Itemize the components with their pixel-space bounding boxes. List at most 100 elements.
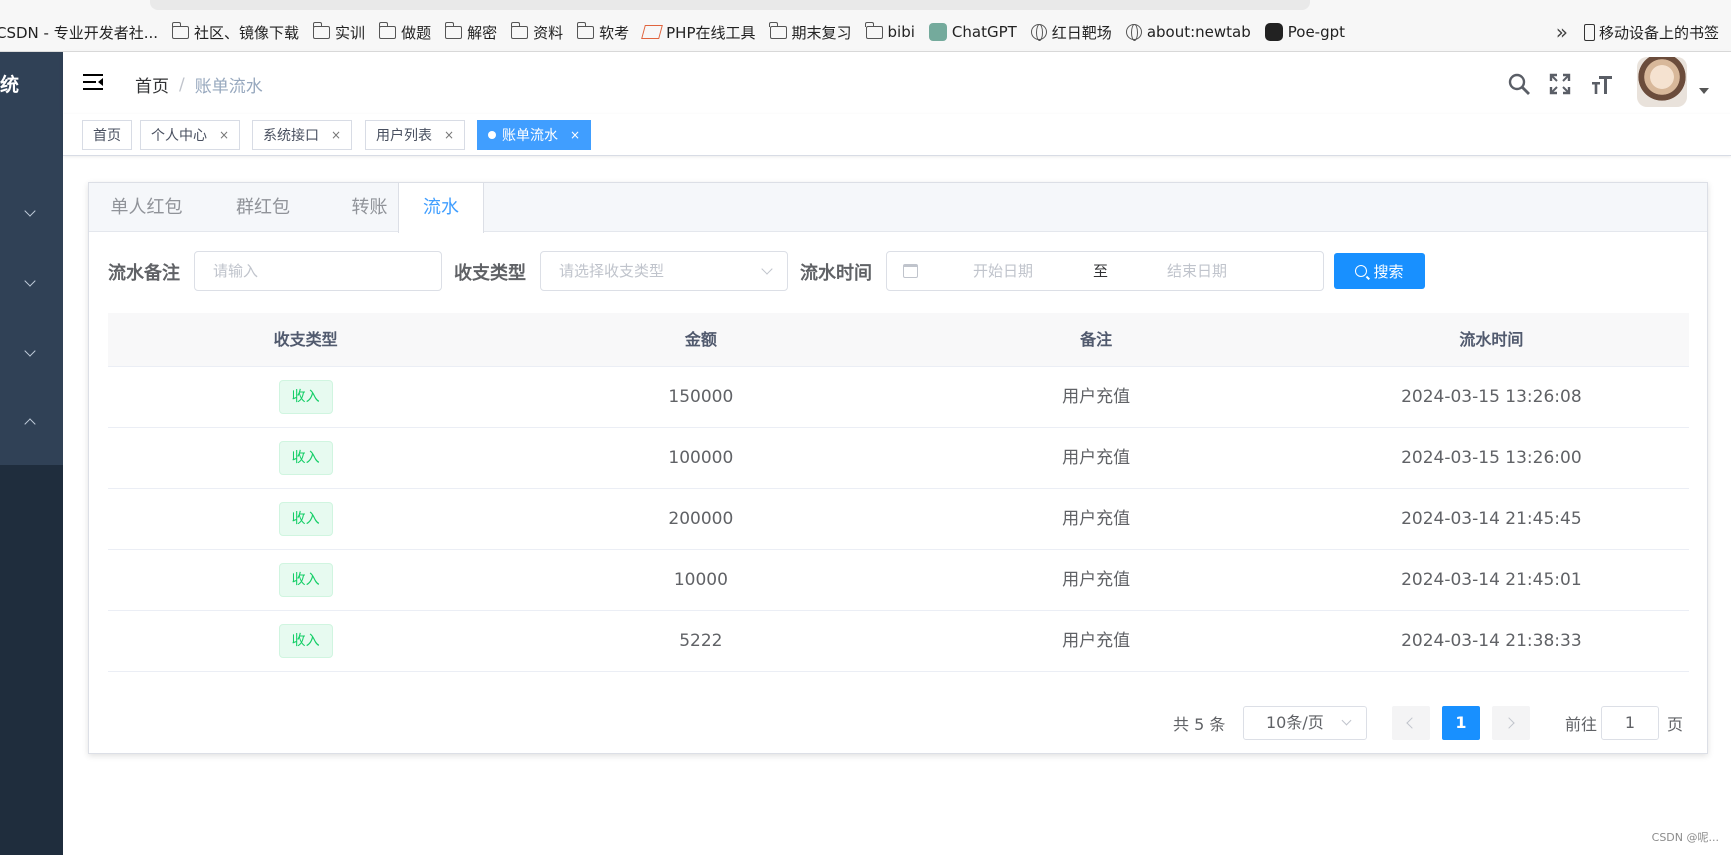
type-cell: 收入 (108, 428, 503, 488)
sidebar-menu-expand-icon[interactable] (24, 207, 36, 219)
end-date-input[interactable]: 结束日期 (1167, 252, 1227, 290)
tag-label: 系统接口 (263, 128, 319, 144)
amount-cell: 200000 (668, 509, 734, 529)
search-button-label: 搜索 (1373, 262, 1404, 281)
tag-user-list[interactable]: 用户列表 × (365, 120, 466, 150)
amount-cell: 5222 (679, 631, 723, 651)
table-row: 收入 10000 用户充值 2024-03-14 21:45:01 (108, 550, 1689, 611)
search-icon[interactable] (1507, 72, 1531, 96)
bookmark-item[interactable]: about:newtab (1125, 23, 1251, 41)
bookmark-label: ChatGPT (951, 23, 1017, 41)
tag-system-api[interactable]: 系统接口 × (252, 120, 353, 150)
tag-close-icon[interactable]: × (219, 128, 229, 142)
amount-cell: 100000 (668, 448, 734, 468)
bookmark-item[interactable]: PHP在线工具 (641, 22, 756, 43)
bookmark-item[interactable]: ChatGPT (928, 23, 1017, 41)
sidebar-menu-expand-icon[interactable] (24, 347, 36, 359)
tab-group-red-packet[interactable]: 群红包 (204, 183, 322, 232)
navbar: 首页 / 账单流水 (63, 52, 1731, 114)
bookmark-item[interactable]: 解密 (444, 21, 498, 43)
sidebar: 统 (0, 52, 63, 855)
sidebar-menu-expand-icon[interactable] (24, 277, 36, 289)
breadcrumb-current: 账单流水 (194, 77, 263, 97)
more-bookmarks-button[interactable]: » (1556, 20, 1568, 44)
table-header: 收支类型 金额 备注 流水时间 (108, 313, 1689, 367)
bookmark-item[interactable]: 做题 (378, 21, 431, 43)
tag-home[interactable]: 首页 (82, 120, 132, 150)
tab-single-red-packet[interactable]: 单人红包 (89, 183, 204, 232)
folder-icon (378, 21, 397, 39)
income-badge: 收入 (278, 624, 333, 658)
bookmark-item[interactable]: 软考 (576, 21, 630, 43)
income-badge: 收入 (278, 563, 333, 597)
sidebar-submenu (0, 465, 63, 855)
bookmarks-bar: CSDN - 专业开发者社... 社区、镜像下载 实训 做题 解密 资料 软考 PHP在线工具… (0, 0, 1731, 52)
bookmark-label: 社区、镜像下载 (194, 23, 300, 42)
remark-cell: 用户充值 (1062, 570, 1131, 590)
bookmark-item[interactable]: 期末复习 (769, 21, 852, 43)
folder-icon (510, 21, 529, 39)
bookmark-label: PHP在线工具 (666, 23, 756, 42)
prev-page-button[interactable] (1392, 706, 1430, 740)
start-date-input[interactable]: 开始日期 (973, 252, 1033, 290)
income-badge: 收入 (278, 441, 333, 475)
type-select[interactable]: 请选择收支类型 (540, 251, 788, 291)
avatar[interactable] (1637, 57, 1687, 107)
active-dot-icon (488, 131, 496, 139)
page-size-select[interactable]: 10条/页 (1243, 706, 1367, 740)
mobile-bookmarks-link[interactable]: 移动设备上的书签 (1599, 22, 1719, 43)
type-cell: 收入 (108, 489, 503, 549)
php-icon (641, 25, 664, 39)
sidebar-title: 统 (0, 74, 20, 96)
tab-flow[interactable]: 流水 (398, 183, 484, 233)
remark-input[interactable]: 请输入 (194, 251, 442, 291)
bookmarks-right: » 移动设备上的书签 (1556, 20, 1719, 44)
page-size-value: 10条/页 (1266, 713, 1324, 732)
tag-label: 用户列表 (376, 128, 432, 144)
type-cell: 收入 (108, 367, 503, 427)
calendar-icon (903, 264, 918, 278)
bookmark-item[interactable]: Poe-gpt (1264, 23, 1345, 41)
date-range-picker[interactable]: 开始日期 至 结束日期 (886, 251, 1324, 291)
bookmark-label: 软考 (599, 23, 630, 42)
goto-page-input[interactable]: 1 (1601, 706, 1659, 740)
goto-label: 前往 (1565, 715, 1598, 734)
tag-close-icon[interactable]: × (570, 128, 580, 142)
time-cell: 2024-03-15 13:26:00 (1401, 448, 1582, 468)
tag-close-icon[interactable]: × (444, 128, 454, 142)
font-size-icon[interactable] (1590, 72, 1614, 96)
amount-cell: 10000 (673, 570, 728, 590)
remark-cell: 用户充值 (1062, 387, 1131, 407)
bookmark-item[interactable]: 社区、镜像下载 (171, 21, 300, 43)
bookmark-item[interactable]: bibi (865, 21, 915, 41)
bookmark-item[interactable]: CSDN - 专业开发者社... (0, 22, 158, 43)
tag-close-icon[interactable]: × (331, 128, 341, 142)
bookmark-item[interactable]: 实训 (312, 21, 365, 43)
avatar-caret-icon[interactable] (1699, 88, 1709, 94)
folder-icon (769, 21, 787, 39)
poe-icon (1264, 23, 1283, 41)
fullscreen-icon[interactable] (1548, 72, 1572, 96)
tag-profile[interactable]: 个人中心 × (140, 120, 241, 150)
hamburger-icon[interactable] (83, 74, 103, 90)
sidebar-menu-collapse-icon[interactable] (24, 416, 36, 428)
table-row: 收入 5222 用户充值 2024-03-14 21:38:33 (108, 611, 1689, 672)
search-button[interactable]: 搜索 (1334, 253, 1425, 289)
globe-icon (1125, 24, 1142, 41)
bookmark-label: 红日靶场 (1051, 23, 1112, 42)
bookmark-item[interactable]: 红日靶场 (1030, 22, 1112, 43)
bookmark-label: bibi (887, 23, 915, 41)
tag-bill-flow[interactable]: 账单流水 × (477, 120, 592, 150)
table-row: 收入 150000 用户充值 2024-03-15 13:26:08 (108, 367, 1689, 428)
remark-cell: 用户充值 (1062, 509, 1131, 529)
chatgpt-icon (928, 23, 947, 41)
next-page-button[interactable] (1492, 706, 1530, 740)
bookmark-list: CSDN - 专业开发者社... 社区、镜像下载 实训 做题 解密 资料 软考 PHP在线工具… (0, 20, 1359, 44)
current-page-button[interactable]: 1 (1442, 706, 1480, 740)
breadcrumb-home[interactable]: 首页 (135, 72, 169, 97)
bookmark-item[interactable]: 资料 (510, 21, 563, 43)
time-cell: 2024-03-14 21:38:33 (1401, 631, 1582, 651)
bookmark-label: 解密 (467, 23, 498, 42)
remark-cell: 用户充值 (1062, 448, 1131, 468)
tabs-header: 单人红包 群红包 转账 流水 (89, 183, 1707, 233)
